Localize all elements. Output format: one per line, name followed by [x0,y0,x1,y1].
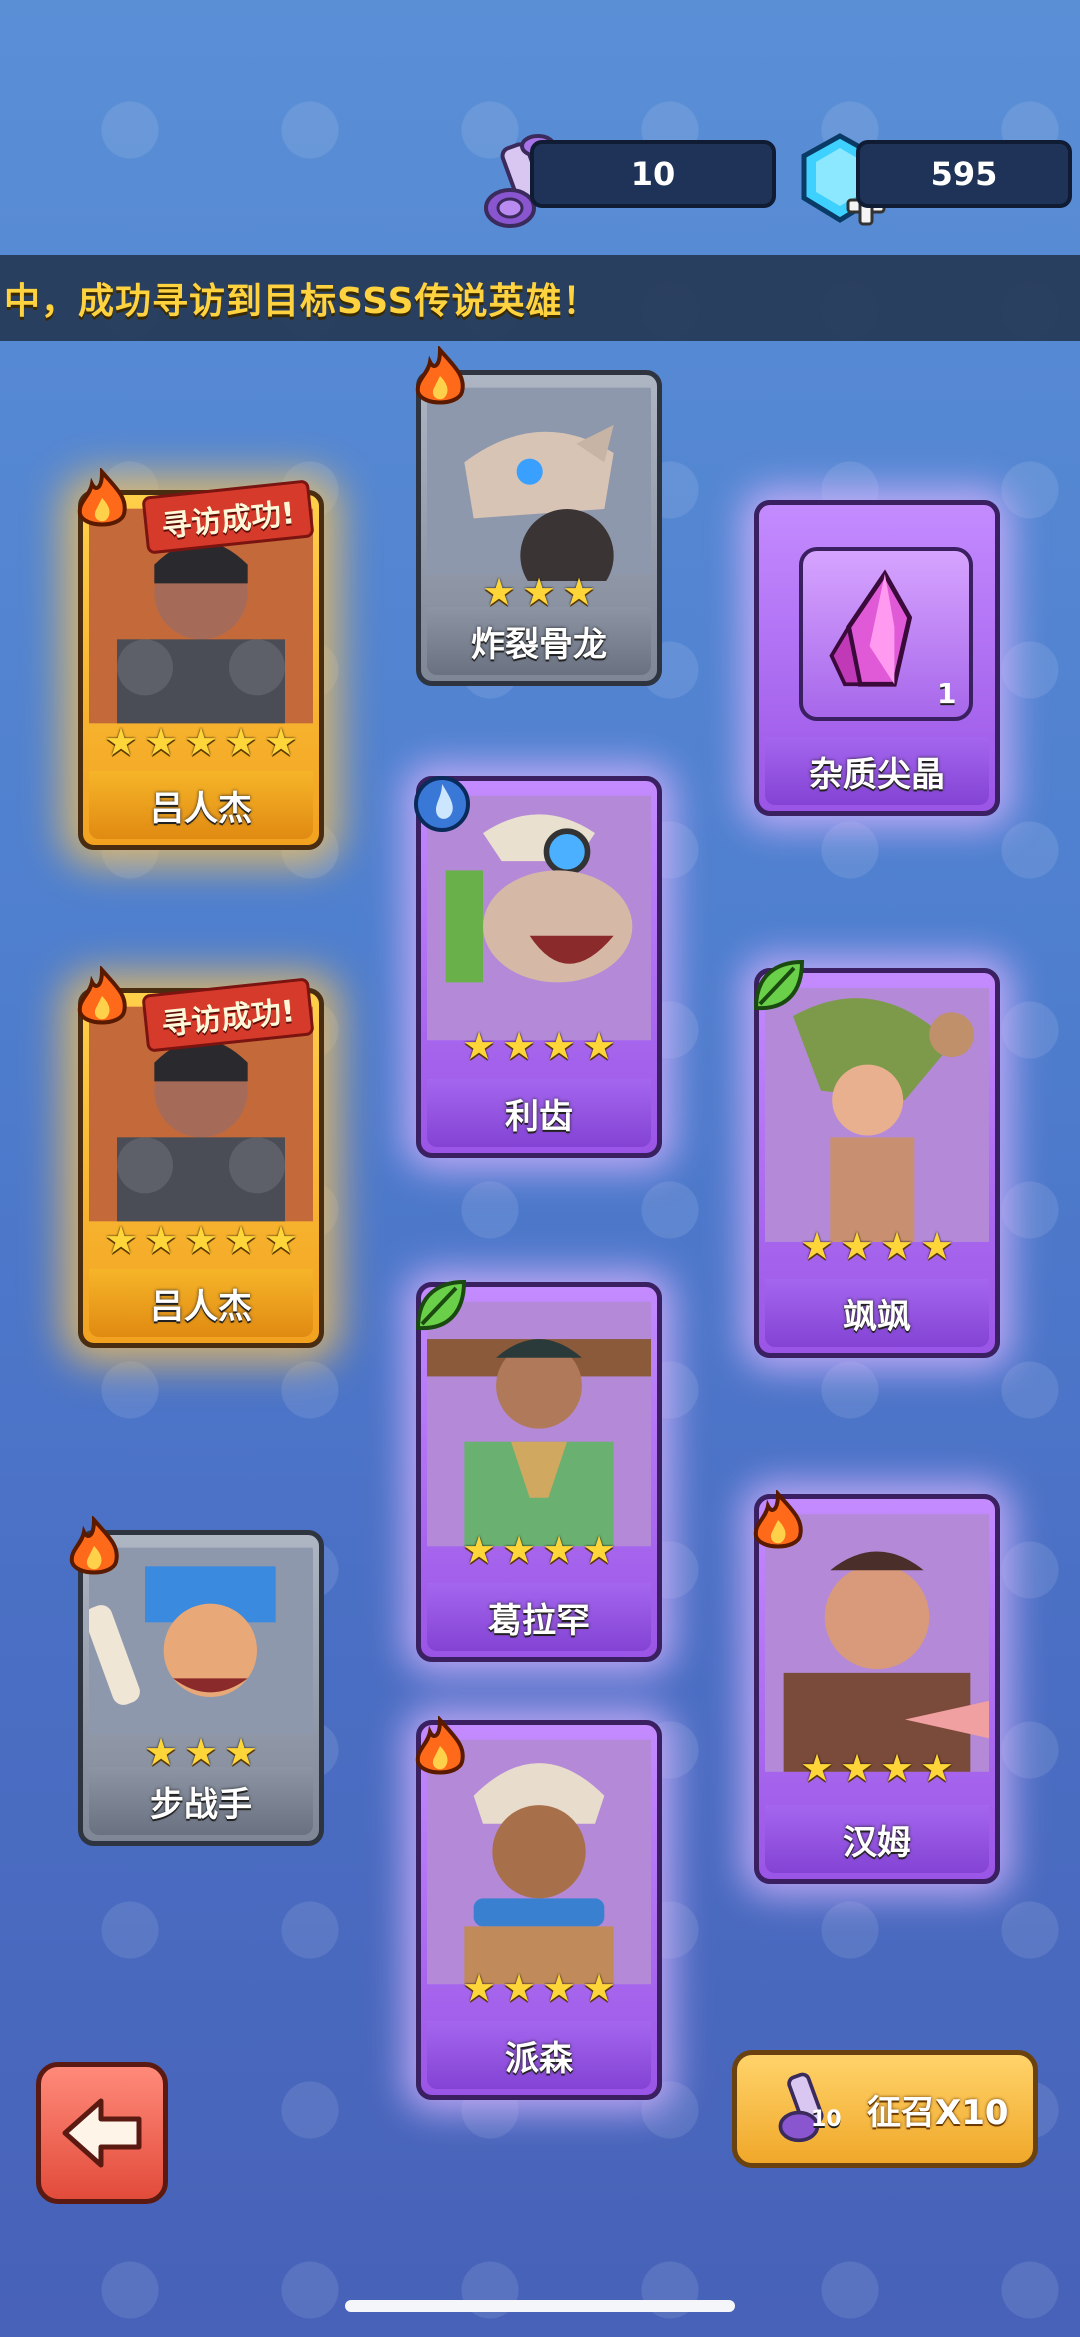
home-indicator[interactable] [345,2300,735,2312]
star-icon: ★ [522,570,557,614]
star-icon: ★ [562,570,597,614]
star-icon: ★ [224,720,259,764]
star-icon: ★ [224,1730,259,1774]
hero-card[interactable]: ★ ★ ★ ★ ★ 吕人杰 寻访成功! [77,466,324,850]
star-icon: ★ [880,1746,915,1790]
item-name: 杂质尖晶 [765,737,989,805]
fire-element-icon [748,1488,808,1554]
star-icon: ★ [104,1218,139,1262]
star-icon: ★ [482,570,517,614]
star-icon: ★ [144,1730,179,1774]
star-rating: ★ ★ ★ ★ [421,1528,657,1572]
hero-name: 飒飒 [765,1279,989,1347]
scroll-count: 10 [530,140,776,208]
summon-x10-button[interactable]: 10 征召X10 [732,2050,1038,2168]
star-rating: ★ ★ ★ ★ [759,1746,995,1790]
star-icon: ★ [224,1218,259,1262]
fire-element-icon [72,466,132,532]
star-icon: ★ [542,1024,577,1068]
leaf-element-icon [410,1274,470,1338]
star-icon: ★ [502,1528,537,1572]
star-icon: ★ [840,1224,875,1268]
star-icon: ★ [184,1218,219,1262]
announcement-banner: 中，成功寻访到目标SSS传说英雄！ [0,255,1080,341]
star-icon: ★ [462,1966,497,2010]
star-rating: ★ ★ ★ ★ [759,1224,995,1268]
star-icon: ★ [184,720,219,764]
hero-portrait [765,979,989,1251]
fire-element-icon [64,1514,124,1580]
hero-name: 利齿 [427,1079,651,1147]
hero-card[interactable]: ★ ★ ★ ★ 利齿 [414,776,662,1158]
star-rating: ★ ★ ★ ★ [421,1024,657,1068]
fire-element-icon [410,344,470,410]
star-rating: ★ ★ ★ [421,570,657,614]
star-icon: ★ [462,1024,497,1068]
star-icon: ★ [502,1024,537,1068]
hero-card[interactable]: ★ ★ ★ 步战手 [69,1514,324,1846]
star-icon: ★ [880,1224,915,1268]
hero-name: 汉姆 [765,1805,989,1873]
banner-text: 中，成功寻访到目标SSS传说英雄！ [4,281,600,322]
gem-count: 595 [856,140,1072,208]
star-icon: ★ [582,1966,617,2010]
hero-name: 步战手 [89,1767,313,1835]
star-icon: ★ [184,1730,219,1774]
star-icon: ★ [264,1218,299,1262]
star-icon: ★ [582,1024,617,1068]
hero-name: 派森 [427,2021,651,2089]
star-rating: ★ ★ ★ ★ ★ [83,720,319,764]
star-icon: ★ [462,1528,497,1572]
star-icon: ★ [920,1224,955,1268]
hero-card[interactable]: ★ ★ ★ ★ 飒飒 [753,959,1000,1358]
star-icon: ★ [920,1746,955,1790]
hero-name: 炸裂骨龙 [427,607,651,675]
star-icon: ★ [582,1528,617,1572]
fire-element-icon [72,964,132,1030]
star-icon: ★ [502,1966,537,2010]
leaf-element-icon [748,954,808,1018]
star-icon: ★ [264,720,299,764]
water-element-icon [412,770,472,834]
star-icon: ★ [144,720,179,764]
hero-card[interactable]: ★ ★ ★ ★ 派森 [415,1714,662,2100]
hero-name: 葛拉罕 [427,1583,651,1651]
back-button[interactable] [36,2062,168,2204]
item-count: 1 [937,677,957,710]
star-icon: ★ [104,720,139,764]
hero-name: 吕人杰 [89,1269,313,1337]
star-icon: ★ [542,1966,577,2010]
star-icon: ★ [840,1746,875,1790]
star-rating: ★ ★ ★ ★ [421,1966,657,2010]
hero-portrait [427,381,651,581]
star-rating: ★ ★ ★ ★ ★ [83,1218,319,1262]
hero-card[interactable]: ★ ★ ★ ★ ★ 吕人杰 寻访成功! [77,964,324,1348]
summon-cost: 10 [811,2107,842,2132]
summon-label: 征召X10 [867,2092,1009,2133]
star-icon: ★ [542,1528,577,1572]
hero-card[interactable]: ★ ★ ★ ★ 汉姆 [753,1488,1000,1884]
hero-name: 吕人杰 [89,771,313,839]
hero-card[interactable]: ★ ★ ★ ★ 葛拉罕 [415,1279,662,1662]
star-icon: ★ [800,1746,835,1790]
hero-card[interactable]: ★ ★ ★ 炸裂骨龙 [415,344,662,686]
item-card[interactable]: 1 杂质尖晶 [754,500,1000,816]
fire-element-icon [410,1714,470,1780]
star-icon: ★ [800,1224,835,1268]
arrow-left-icon [62,2098,142,2168]
star-rating: ★ ★ ★ [83,1730,319,1774]
star-icon: ★ [144,1218,179,1262]
